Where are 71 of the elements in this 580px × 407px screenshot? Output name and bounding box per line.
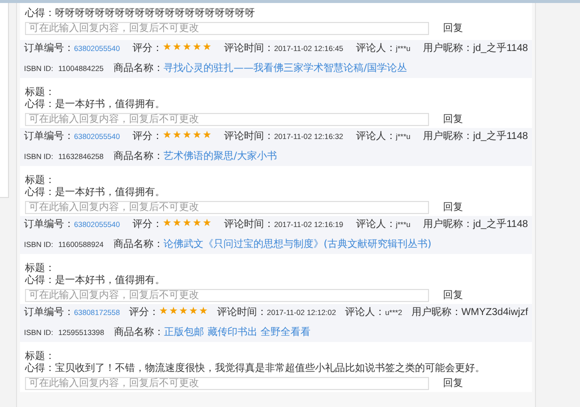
comment-label: 心得：: [25, 275, 55, 286]
order-label: 订单编号：: [24, 43, 74, 54]
nickname-label: 用户昵称：: [411, 307, 462, 318]
user-nickname: jd_之乎1148: [473, 43, 528, 54]
reply-button[interactable]: 回复: [439, 290, 467, 302]
star-icon: ★: [178, 307, 188, 318]
nickname-label: 用户昵称：: [423, 219, 474, 230]
time-label: 评论时间：: [224, 43, 274, 54]
order-label: 订单编号：: [24, 131, 74, 142]
rating-label: 评分：: [128, 307, 159, 318]
comment-text: 是一本好书，值得拥有。: [55, 275, 165, 286]
star-icon: ★: [168, 307, 178, 318]
star-icon: ★: [188, 307, 198, 318]
product-link[interactable]: 正版包邮 藏传印书出 全野全看看: [164, 327, 311, 338]
star-icon: ★: [182, 219, 192, 230]
user-nickname: WMYZ3d4iwjzf: [461, 307, 528, 318]
comment-text: 宝贝收到了！不错，物流速度很快，我觉得真是非常超值些小礼品比如说书签之类的可能会更好。: [55, 363, 485, 374]
star-icon: ★: [182, 131, 192, 142]
star-icon: ★: [162, 43, 172, 54]
nickname-label: 用户昵称：: [423, 131, 474, 142]
star-icon: ★: [192, 131, 202, 142]
reviewer-label: 评论人：: [345, 307, 386, 318]
star-icon: ★: [162, 131, 172, 142]
title-label: 标题：: [25, 351, 56, 362]
product-label: 商品名称：: [114, 327, 164, 338]
comment-label: 心得：: [25, 99, 55, 110]
star-icon: ★: [198, 307, 208, 318]
product-label: 商品名称：: [114, 151, 164, 162]
reviewer-label: 评论人：: [356, 43, 396, 54]
title-label: 标题：: [25, 175, 56, 186]
reply-button[interactable]: 回复: [439, 114, 467, 126]
comment-text: 呀呀呀呀呀呀呀呀呀呀呀呀呀呀呀呀呀呀呀呀: [55, 8, 255, 19]
star-icon: ★: [172, 43, 182, 54]
user-nickname: jd_之乎1148: [473, 219, 528, 230]
reviewer-label: 评论人：: [356, 131, 396, 142]
reviewer-label: 评论人：: [356, 219, 396, 230]
nickname-label: 用户昵称：: [423, 43, 474, 54]
title-label: 标题：: [25, 263, 56, 274]
product-link[interactable]: 寻找心灵的驻扎——我看佛三家学术智慧论稿/国学论丛: [164, 63, 407, 74]
title-label: 标题：: [25, 87, 56, 98]
reply-button[interactable]: 回复: [439, 202, 467, 214]
time-label: 评论时间：: [216, 307, 267, 318]
user-nickname: jd_之乎1148: [473, 131, 528, 142]
rating-label: 评分：: [132, 131, 163, 142]
reply-button[interactable]: 回复: [439, 378, 467, 390]
star-icon: ★: [202, 43, 212, 54]
rating-label: 评分：: [132, 43, 163, 54]
star-icon: ★: [172, 131, 182, 142]
star-icon: ★: [182, 43, 192, 54]
star-icon: ★: [202, 219, 212, 230]
star-icon: ★: [162, 219, 172, 230]
comment-label: 心得：: [25, 8, 55, 19]
time-label: 评论时间：: [224, 219, 274, 230]
comment-label: 心得：: [25, 363, 55, 374]
star-icon: ★: [172, 219, 182, 230]
star-icon: ★: [158, 307, 168, 318]
product-label: 商品名称：: [114, 239, 164, 250]
comment-text: 是一本好书，值得拥有。: [55, 99, 165, 110]
reply-button[interactable]: 回复: [439, 22, 467, 34]
star-icon: ★: [202, 131, 212, 142]
comment-label: 心得：: [25, 187, 55, 198]
product-link[interactable]: 艺术佛语的聚思/大家小书: [164, 151, 277, 162]
product-link[interactable]: 论佛武文《只问过宝的思想与制度》(古典文献研究辑刊丛书): [164, 239, 432, 250]
star-icon: ★: [192, 43, 202, 54]
rating-label: 评分：: [132, 219, 163, 230]
order-label: 订单编号：: [24, 219, 74, 230]
star-icon: ★: [192, 219, 202, 230]
product-label: 商品名称：: [114, 63, 164, 74]
comment-text: 是一本好书，值得拥有。: [55, 187, 165, 198]
time-label: 评论时间：: [224, 131, 274, 142]
order-label: 订单编号：: [24, 307, 74, 318]
